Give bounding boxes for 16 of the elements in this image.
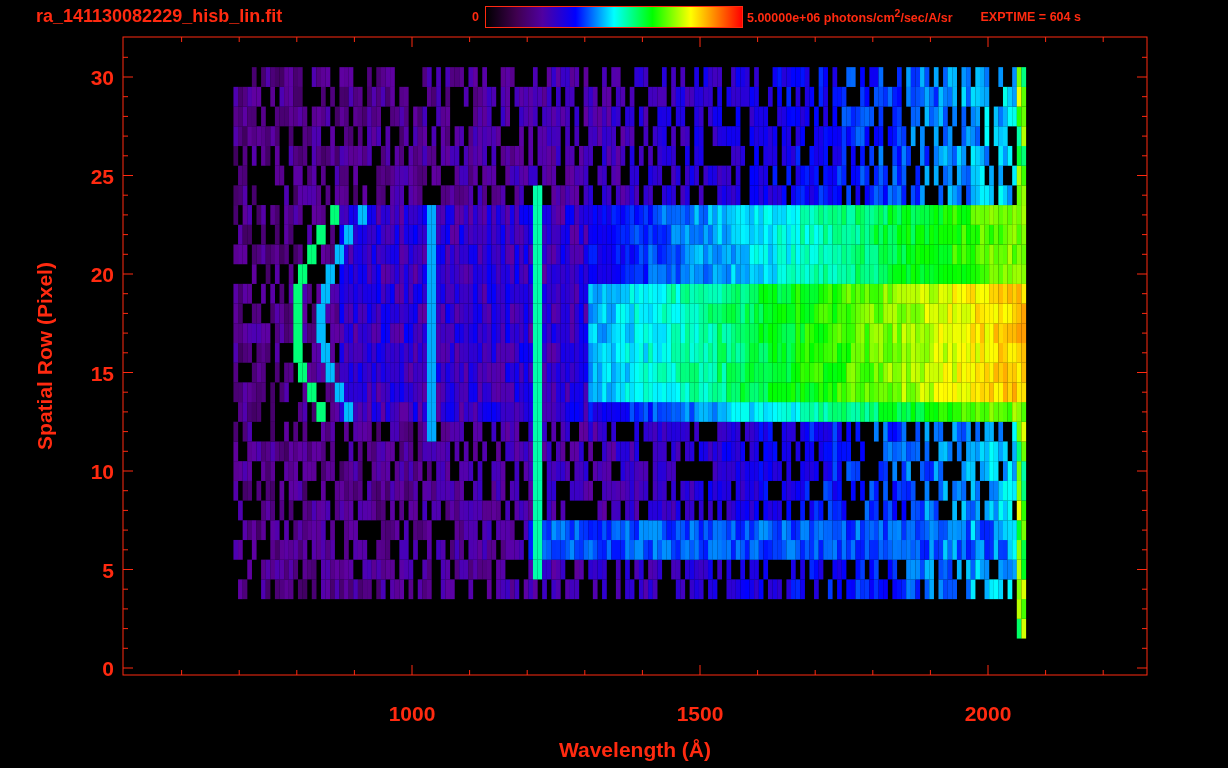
y-tick-label: 10	[90, 460, 114, 483]
y-tick-label: 15	[90, 361, 114, 385]
y-axis-title: Spatial Row (Pixel)	[33, 262, 56, 450]
x-axis-title: Wavelength (Å)	[558, 738, 712, 761]
y-tick-label: 30	[90, 66, 114, 89]
y-tick-label: 0	[102, 657, 114, 680]
y-tick-label: 20	[90, 263, 114, 286]
x-tick-label: 2000	[964, 702, 1012, 725]
x-tick-label: 1000	[388, 702, 436, 725]
colorbar-max-label: 5.00000e+06 photons/cm$^{2}$/sec/A/sr	[746, 7, 953, 26]
colorbar-min-label: 0	[472, 9, 479, 24]
y-tick-label: 25	[90, 164, 114, 188]
y-tick-label: 5	[102, 558, 114, 582]
file-title: ra_141130082229_hisb_lin.fit	[36, 6, 284, 27]
exposure-time: EXPTIME = 604 s	[980, 9, 1081, 24]
x-tick-label: 1500	[676, 702, 724, 725]
